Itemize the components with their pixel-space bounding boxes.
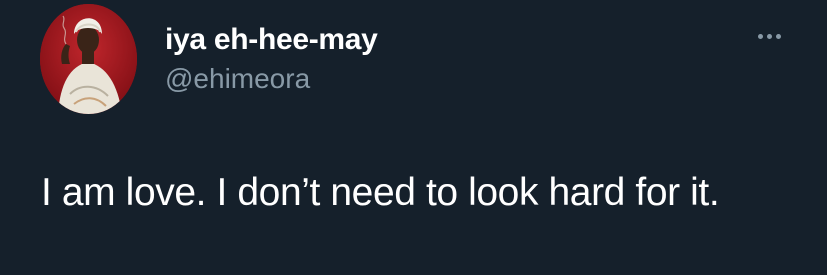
avatar[interactable]	[40, 4, 137, 114]
dot	[776, 34, 781, 39]
user-handle[interactable]: @ehimeora	[165, 63, 310, 95]
tweet-text: I am love. I don’t need to look hard for…	[41, 171, 720, 214]
avatar-photo	[40, 4, 137, 114]
more-options-icon[interactable]	[752, 24, 788, 48]
tweet-card: iya eh-hee-may @ehimeora I am love. I do…	[0, 0, 827, 275]
dot	[758, 34, 763, 39]
display-name[interactable]: iya eh-hee-may	[165, 23, 378, 57]
dot	[767, 34, 772, 39]
